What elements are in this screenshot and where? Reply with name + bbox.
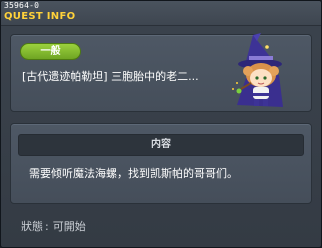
quest-status: 狀態: 可開始 — [21, 220, 86, 234]
quest-title: [古代遗迹帕勒坦] 三胞胎中的老二... — [22, 70, 199, 83]
quest-description: 需要倾听魔法海螺，找到凯斯帕的哥哥们。 — [29, 167, 238, 180]
quest-category-badge: 一般 — [20, 43, 81, 60]
status-separator: : — [45, 220, 49, 233]
content-section-header: 内容 — [18, 134, 304, 156]
status-label: 狀態 — [21, 220, 43, 233]
quest-id: 35964-0 — [4, 1, 40, 10]
window-title: QUEST INFO — [4, 11, 76, 22]
status-value: 可開始 — [52, 220, 86, 233]
title-bar[interactable]: 35964-0 QUEST INFO — [1, 1, 321, 26]
witch-hat-character-icon — [232, 33, 283, 107]
quest-info-window: 35964-0 QUEST INFO 一般 [古代遗迹帕勒坦] 三胞胎中的老二.… — [0, 0, 322, 248]
